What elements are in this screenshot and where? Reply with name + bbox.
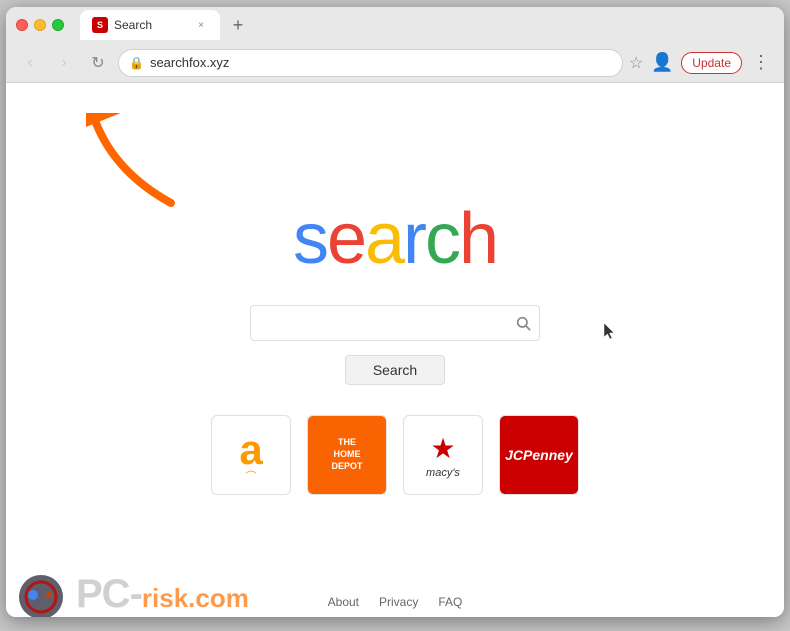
tab-area: S Search × + bbox=[80, 10, 774, 40]
logo-letter-r: r bbox=[403, 199, 425, 279]
new-tab-button[interactable]: + bbox=[224, 11, 252, 39]
jcpenney-logo: JCPenney bbox=[500, 416, 578, 494]
profile-button[interactable]: 👤 bbox=[649, 50, 675, 76]
forward-button[interactable]: › bbox=[50, 49, 78, 77]
back-button[interactable]: ‹ bbox=[16, 49, 44, 77]
cursor bbox=[604, 323, 614, 339]
shortcut-jcpenney[interactable]: JCPenney bbox=[499, 415, 579, 495]
logo-letter-c: c bbox=[425, 199, 459, 279]
lock-icon: 🔒 bbox=[129, 56, 144, 70]
search-box-area: Search bbox=[250, 305, 540, 385]
logo-letter-s: s bbox=[293, 199, 327, 279]
homedepot-logo: THEHOMEDEPOT bbox=[308, 416, 386, 494]
footer-link-about[interactable]: About bbox=[328, 595, 359, 609]
arrow-svg bbox=[86, 113, 196, 223]
search-logo: search bbox=[293, 203, 497, 275]
address-bar[interactable]: 🔒 searchfox.xyz bbox=[118, 49, 623, 77]
browser-menu-button[interactable]: ⋮ bbox=[748, 52, 774, 73]
shortcut-amazon[interactable]: a ⌒ bbox=[211, 415, 291, 495]
page-content: search Search a ⌒ bbox=[6, 83, 784, 617]
shortcut-homedepot[interactable]: THEHOMEDEPOT bbox=[307, 415, 387, 495]
arrow-annotation bbox=[86, 113, 196, 228]
tab-favicon: S bbox=[92, 17, 108, 33]
url-text: searchfox.xyz bbox=[150, 55, 612, 70]
tab-close-button[interactable]: × bbox=[194, 18, 208, 32]
macys-logo: ★ macy's bbox=[426, 432, 460, 479]
shortcuts-row: a ⌒ THEHOMEDEPOT ★ macy's JCPenney bbox=[211, 415, 579, 495]
update-button[interactable]: Update bbox=[681, 52, 742, 74]
address-bar-area: ‹ › ↻ 🔒 searchfox.xyz ☆ 👤 Update ⋮ bbox=[6, 43, 784, 83]
shortcut-macys[interactable]: ★ macy's bbox=[403, 415, 483, 495]
search-input[interactable] bbox=[259, 315, 515, 331]
close-traffic-light[interactable] bbox=[16, 19, 28, 31]
browser-window: S Search × + ‹ › ↻ 🔒 searchfox.xyz ☆ 👤 U… bbox=[6, 7, 784, 617]
search-icon-button[interactable] bbox=[515, 315, 531, 331]
tab-title: Search bbox=[114, 18, 188, 32]
title-bar: S Search × + bbox=[6, 7, 784, 43]
amazon-logo: a ⌒ bbox=[239, 426, 262, 484]
reload-button[interactable]: ↻ bbox=[84, 49, 112, 77]
minimize-traffic-light[interactable] bbox=[34, 19, 46, 31]
logo-letter-e: e bbox=[327, 199, 365, 279]
active-tab[interactable]: S Search × bbox=[80, 10, 220, 40]
maximize-traffic-light[interactable] bbox=[52, 19, 64, 31]
bookmark-button[interactable]: ☆ bbox=[629, 53, 643, 73]
footer-link-faq[interactable]: FAQ bbox=[438, 595, 462, 609]
traffic-lights bbox=[16, 19, 64, 31]
search-input-wrapper[interactable] bbox=[250, 305, 540, 341]
logo-letter-a: a bbox=[365, 199, 403, 279]
footer-links: About Privacy FAQ bbox=[6, 595, 784, 609]
logo-letter-h: h bbox=[459, 199, 497, 279]
macys-star-icon: ★ bbox=[430, 432, 455, 465]
footer-link-privacy[interactable]: Privacy bbox=[379, 595, 418, 609]
search-button[interactable]: Search bbox=[345, 355, 445, 385]
